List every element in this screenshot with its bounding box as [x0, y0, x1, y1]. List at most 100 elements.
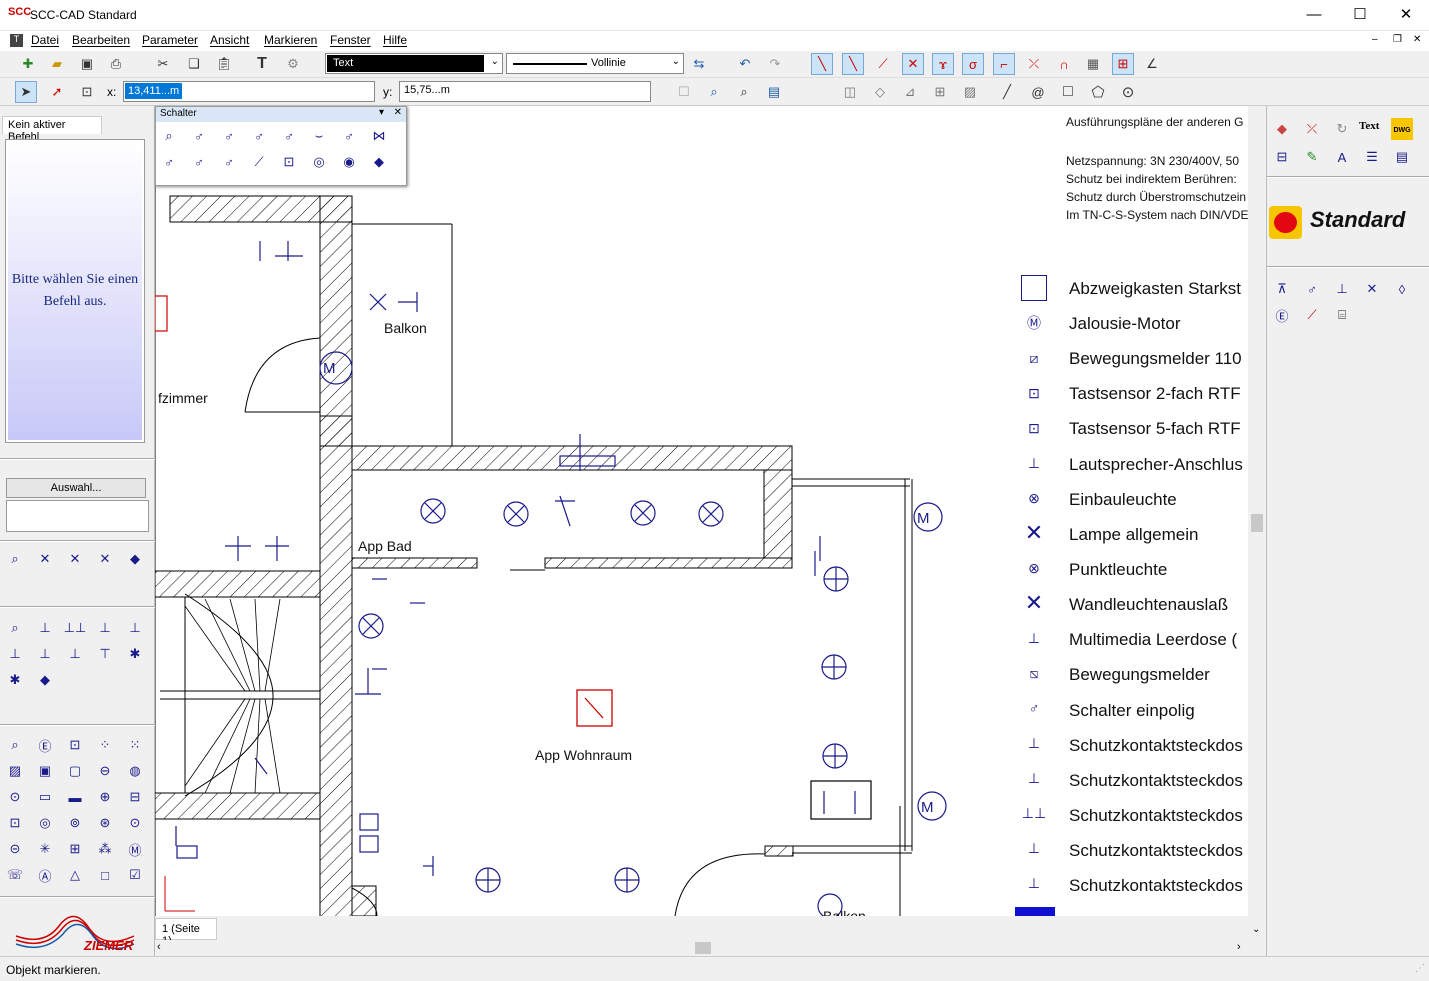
mdi-minimize-button[interactable]: –	[1372, 34, 1378, 45]
snap-circle-icon[interactable]: σ	[962, 53, 984, 75]
switch-9-icon[interactable]: ♂	[218, 151, 240, 173]
triangle-box-icon[interactable]: △	[64, 864, 86, 886]
selection-button[interactable]: Auswahl...	[6, 478, 146, 498]
switch-1-icon[interactable]: ♂	[188, 125, 210, 147]
socket-cee-icon[interactable]: ⊥	[64, 643, 86, 665]
line-tool-icon[interactable]: ╱	[996, 81, 1018, 103]
switch-5-icon[interactable]: ⌣	[308, 125, 330, 147]
zoom-window-icon[interactable]: ▤	[763, 81, 785, 103]
cut-icon[interactable]: ✂	[152, 53, 174, 75]
snap-intersection-icon[interactable]: ✕	[902, 53, 924, 75]
undo-icon[interactable]: ↶	[734, 53, 756, 75]
outlet-icon[interactable]: ⊙	[4, 786, 26, 808]
socket-icon[interactable]: ⊥	[34, 617, 56, 639]
switch-palette[interactable]: Schalter ▾ ✕ ⌕ ♂ ♂ ♂ ♂ ⌣ ♂ ⋈ ♂ ♂ ♂ ⟋ ⊡ ◎…	[155, 106, 407, 186]
dwg-import-icon[interactable]: DWG	[1391, 118, 1413, 140]
open-folder-icon[interactable]: ▰	[46, 53, 68, 75]
paste-icon[interactable]: 📋︎	[213, 53, 235, 75]
socket-triple-icon[interactable]: ⊥	[94, 617, 116, 639]
zoom-icon[interactable]: ⌕	[4, 734, 26, 756]
switch-7-icon[interactable]: ♂	[158, 151, 180, 173]
menu-fenster[interactable]: Fenster	[330, 33, 371, 47]
socket-icon[interactable]: ⊥	[1331, 278, 1353, 300]
switch-2-icon[interactable]: ♂	[218, 125, 240, 147]
print-icon[interactable]: ⎙	[105, 53, 127, 75]
radiator-icon[interactable]: ▭	[34, 786, 56, 808]
socket-wall-icon[interactable]: ⊤	[94, 643, 116, 665]
trim-tool-icon[interactable]: ⤫	[1301, 118, 1323, 140]
switch-3-icon[interactable]: ♂	[248, 125, 270, 147]
switch-palette-header[interactable]: Schalter ▾ ✕	[156, 107, 406, 122]
snap-tangent-icon[interactable]: ɤ	[932, 53, 954, 75]
eraser-icon[interactable]: ◆	[368, 151, 390, 173]
horizontal-scrollbar[interactable]: ‹ ›	[155, 940, 1248, 956]
y-coordinate-input[interactable]: 15,75...m	[399, 81, 651, 102]
mdi-restore-button[interactable]: ❐	[1393, 34, 1402, 45]
copy-icon[interactable]: ❏	[183, 53, 205, 75]
scroll-thumb[interactable]	[1251, 514, 1263, 532]
zoom-out-icon[interactable]: ⌕	[733, 81, 755, 103]
distribution-icon[interactable]: Ⓔ	[1271, 304, 1293, 326]
compass-icon[interactable]: ⊼	[1271, 278, 1293, 300]
wire-tool-icon[interactable]: ⟋	[1301, 304, 1323, 326]
socket-cross-icon[interactable]: ✱	[124, 643, 146, 665]
oven-icon[interactable]: ▣	[34, 760, 56, 782]
antenna-icon[interactable]: Ⓐ	[34, 864, 56, 886]
lux-switch-icon[interactable]: ⊡	[278, 151, 300, 173]
close-icon[interactable]: ✕	[394, 107, 402, 118]
text-tool-icon[interactable]: T	[251, 53, 273, 75]
resize-grip-icon[interactable]: ⋰	[1415, 963, 1425, 974]
push-button-icon[interactable]: ◎	[308, 151, 330, 173]
pencil-icon[interactable]: ✎	[1301, 146, 1323, 168]
document-tool-icon[interactable]: ▤	[1391, 146, 1413, 168]
snap-point-icon[interactable]: ⊡	[76, 81, 98, 103]
round-box-icon[interactable]: ⊙	[124, 812, 146, 834]
star-box-icon[interactable]: ✳	[34, 838, 56, 860]
page-tab[interactable]: 1 (Seite 1)	[155, 918, 217, 947]
drawing-canvas[interactable]: M M M Balkon fzimmer App Bad App Wohnraum …	[155, 106, 1248, 916]
eraser-tool-icon[interactable]: ◆	[1271, 118, 1293, 140]
selection-field[interactable]	[6, 500, 149, 532]
dots-grid-icon[interactable]: ⁂	[94, 838, 116, 860]
redo-icon[interactable]: ↷	[764, 53, 786, 75]
tab-no-command[interactable]: Kein aktiver Befehl	[2, 116, 102, 143]
menu-bearbeiten[interactable]: Bearbeiten	[72, 33, 130, 47]
label-tool-icon[interactable]: A	[1331, 146, 1353, 168]
rotate-icon[interactable]: ◇	[869, 81, 891, 103]
dryer-icon[interactable]: ◍	[124, 760, 146, 782]
spiral-tool-icon[interactable]: @	[1027, 81, 1049, 103]
snap-endpoint-icon[interactable]: ⟋	[872, 53, 894, 75]
phone-icon[interactable]: ☏	[4, 864, 26, 886]
mdi-close-button[interactable]: ✕	[1413, 34, 1421, 45]
lamp-icon[interactable]: ✕	[1361, 278, 1383, 300]
socket-5-icon[interactable]: ⊥	[4, 643, 26, 665]
menu-ansicht[interactable]: Ansicht	[210, 33, 249, 47]
menu-datei[interactable]: Datei	[31, 33, 59, 47]
mirror-icon[interactable]: ◫	[839, 81, 861, 103]
fan-icon[interactable]: ⊝	[4, 838, 26, 860]
zoom-icon[interactable]: ⌕	[158, 125, 180, 147]
magnet-icon[interactable]: ∩	[1053, 53, 1075, 75]
zoom-icon[interactable]: ⌕	[703, 81, 725, 103]
menu-parameter[interactable]: Parameter	[142, 33, 198, 47]
cross-icon[interactable]: ✕	[34, 548, 56, 570]
x-coordinate-input[interactable]: 13,411...m	[123, 81, 375, 102]
checkbox-icon[interactable]: ☐	[673, 81, 695, 103]
zoom-icon[interactable]: ⌕	[4, 548, 26, 570]
timer-icon[interactable]: ⊕	[94, 786, 116, 808]
vertical-scrollbar[interactable]: ⌄	[1248, 106, 1266, 940]
dimmer-icon[interactable]: ⟋	[248, 151, 270, 173]
square-icon[interactable]: □	[94, 864, 116, 886]
motor-icon[interactable]: Ⓜ	[124, 838, 146, 860]
circle-box-icon[interactable]: ⊛	[94, 812, 116, 834]
angle-icon[interactable]: ∠	[1141, 53, 1163, 75]
scroll-down-icon[interactable]: ⌄	[1252, 924, 1260, 935]
switch-cross-icon[interactable]: ⋈	[368, 125, 390, 147]
rotate-tool-icon[interactable]: ↻	[1331, 118, 1353, 140]
dots-box-icon[interactable]: ⁘	[94, 734, 116, 756]
washer-icon[interactable]: ⊖	[94, 760, 116, 782]
distribution-icon[interactable]: Ⓔ	[34, 734, 56, 756]
cross-icon[interactable]: ✕	[64, 548, 86, 570]
scroll-thumb[interactable]	[695, 942, 711, 954]
eraser-icon[interactable]: ◆	[34, 669, 56, 691]
